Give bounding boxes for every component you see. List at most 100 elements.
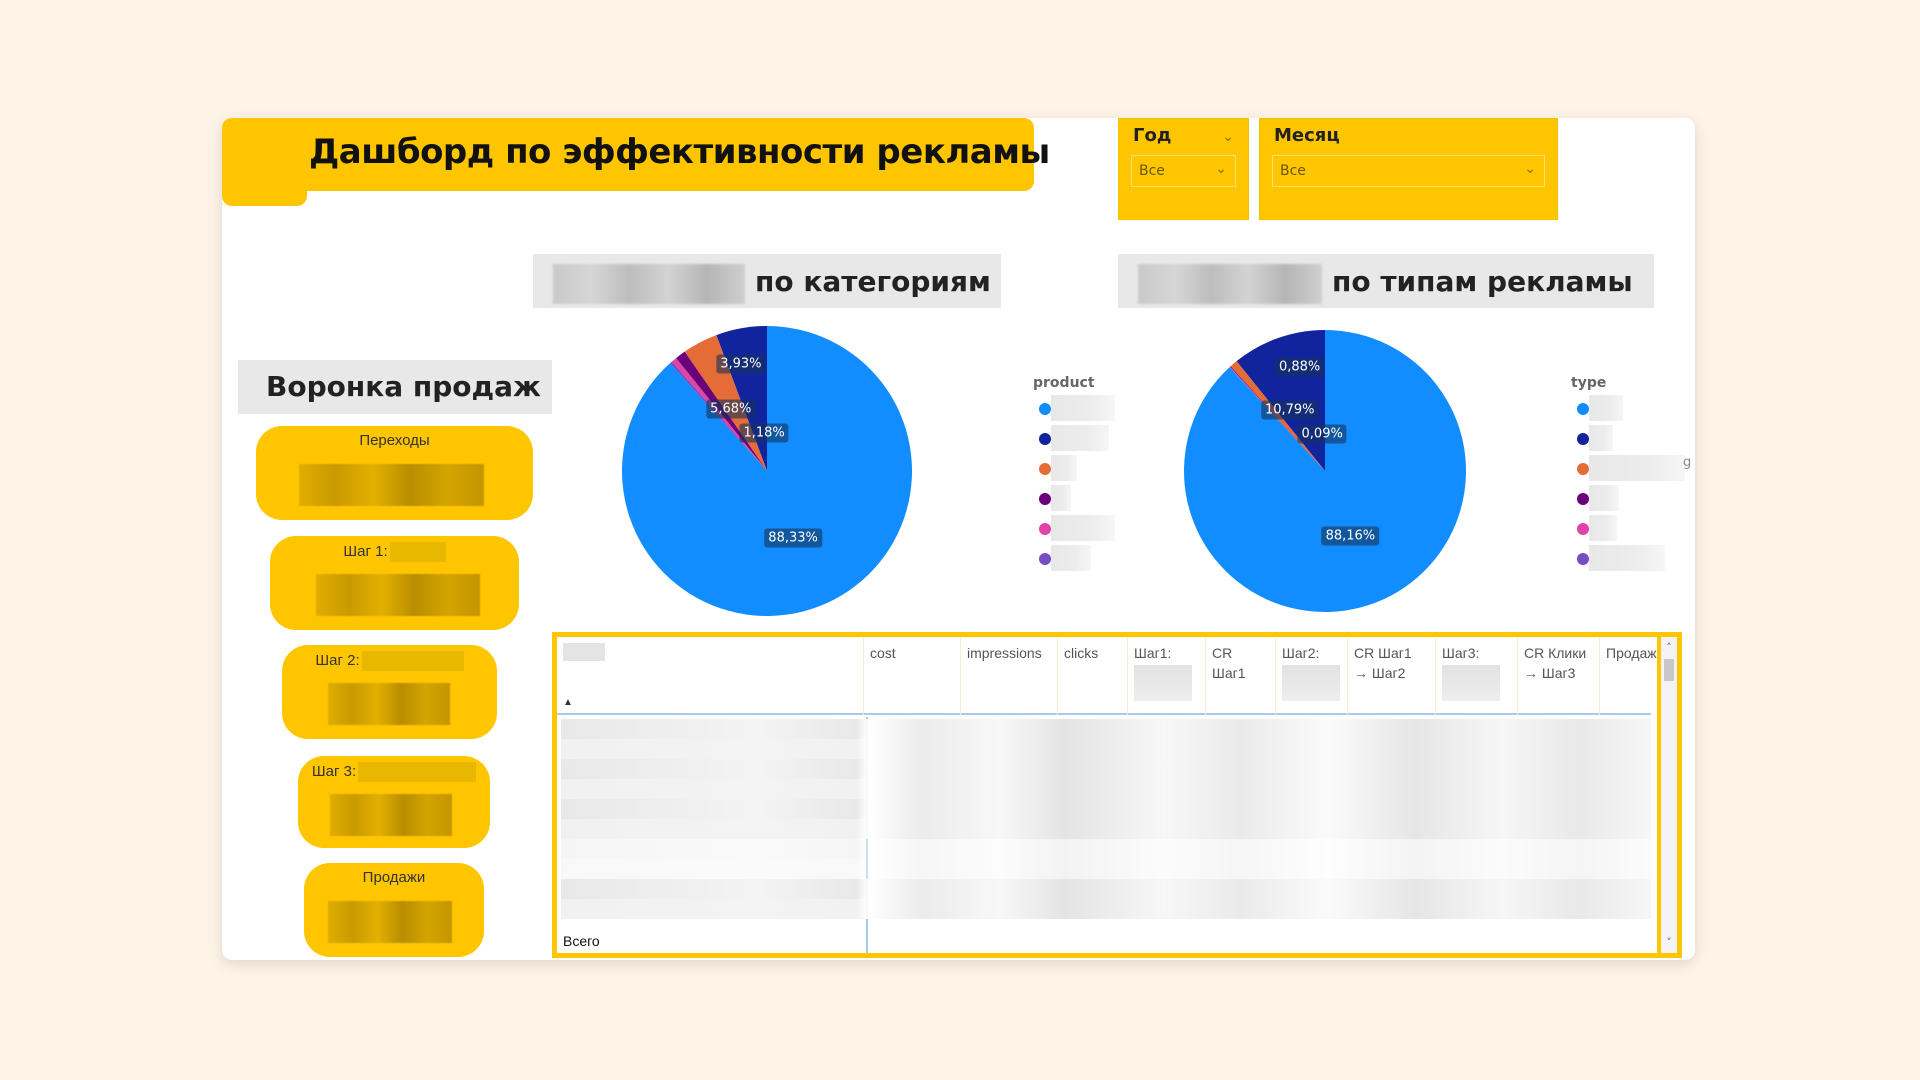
redacted-text: [553, 264, 745, 304]
column-header-step2[interactable]: Шаг2:: [1275, 637, 1347, 715]
redacted-text: [1051, 425, 1109, 451]
legend-color-dot: [1039, 463, 1051, 475]
types-chart-title: по типам рекламы: [1332, 265, 1633, 298]
column-header-cr-clicks-step3[interactable]: CR Клики → Шаг3: [1517, 637, 1599, 715]
redacted-text: [358, 762, 477, 782]
pie-data-label: 3,93%: [716, 354, 766, 374]
redacted-text: [1051, 455, 1077, 481]
legend-item[interactable]: [1033, 395, 1115, 427]
column-header-label: impressions: [967, 645, 1042, 661]
scrollbar-thumb[interactable]: [1664, 659, 1674, 681]
pie-data-label: 0,88%: [1274, 357, 1325, 377]
legend-title: type: [1571, 375, 1607, 391]
legend-item[interactable]: [1033, 455, 1095, 487]
table-row[interactable]: [561, 759, 1651, 779]
table-row[interactable]: [561, 719, 1651, 739]
column-header-label: cost: [870, 645, 896, 661]
funnel-step-transitions[interactable]: Переходы: [256, 426, 533, 520]
redacted-text: [389, 542, 446, 562]
legend-color-dot: [1577, 463, 1589, 475]
categories-chart-title: по категориям: [755, 265, 991, 298]
legend-item[interactable]: [1571, 545, 1665, 577]
legend-color-dot: [1039, 433, 1051, 445]
table-scrollbar[interactable]: ˄ ˅: [1657, 637, 1677, 953]
table-row[interactable]: [561, 779, 1651, 799]
title-banner-tab: [222, 178, 307, 206]
legend-color-dot: [1577, 493, 1589, 505]
funnel-step-sales[interactable]: Продажи: [304, 863, 484, 957]
pie-data-label: 1,18%: [739, 423, 789, 443]
redacted-text: [1282, 665, 1340, 701]
legend-item[interactable]: [1571, 485, 1619, 517]
table-row[interactable]: [561, 739, 1651, 759]
column-header-clicks[interactable]: clicks: [1057, 637, 1127, 715]
year-dropdown-value: Все: [1139, 163, 1165, 179]
funnel-header: Воронка продаж: [238, 360, 552, 414]
table-row[interactable]: [561, 839, 1651, 859]
month-slicer-label: Месяц: [1274, 125, 1340, 146]
redacted-text: [1051, 395, 1115, 421]
year-dropdown[interactable]: Все ⌄: [1131, 155, 1236, 187]
pie-data-label: 10,79%: [1260, 400, 1319, 420]
table-row[interactable]: [561, 879, 1651, 899]
funnel-title: Воронка продаж: [266, 370, 541, 403]
sort-ascending-icon[interactable]: ▲: [563, 693, 573, 713]
month-dropdown-value: Все: [1280, 163, 1306, 179]
redacted-text: [1051, 485, 1071, 511]
table-row[interactable]: [561, 819, 1651, 839]
funnel-step-1[interactable]: Шаг 1:: [270, 536, 519, 630]
legend-item[interactable]: [1571, 425, 1613, 457]
redacted-value: [328, 901, 452, 943]
types-pie-chart[interactable]: 88,16% 10,79% 0,88% 0,09%: [1184, 330, 1466, 612]
column-header-cr-step1-step2[interactable]: CR Шаг1 → Шаг2: [1347, 637, 1435, 715]
chevron-down-icon[interactable]: ⌄: [1222, 129, 1234, 145]
legend-color-dot: [1039, 523, 1051, 535]
column-header-step1[interactable]: Шаг1:: [1127, 637, 1205, 715]
redacted-text: [1134, 665, 1192, 701]
types-pie-svg: [1184, 330, 1466, 612]
column-header-step3[interactable]: Шаг3:: [1435, 637, 1517, 715]
type-legend: type g: [1571, 375, 1691, 577]
scroll-up-icon[interactable]: ˄: [1661, 641, 1677, 654]
legend-item[interactable]: [1571, 455, 1685, 487]
month-dropdown[interactable]: Все ⌄: [1272, 155, 1545, 187]
column-header-cr-step1[interactable]: CR Шаг1: [1205, 637, 1275, 715]
funnel-step-label: Шаг 1:: [270, 542, 519, 562]
redacted-text: [1589, 455, 1685, 481]
legend-color-dot: [1039, 493, 1051, 505]
funnel-step-3[interactable]: Шаг 3:: [298, 756, 490, 848]
legend-item[interactable]: [1033, 515, 1115, 547]
legend-overflow-text: g: [1683, 455, 1692, 470]
legend-item[interactable]: [1033, 545, 1095, 577]
legend-item[interactable]: [1571, 515, 1617, 547]
pie-data-label: 5,68%: [706, 399, 756, 419]
categories-pie-chart[interactable]: 88,33% 5,68% 3,93% 1,18%: [622, 326, 912, 616]
legend-item[interactable]: [1033, 425, 1109, 457]
redacted-text: [563, 643, 605, 661]
column-header-impressions[interactable]: impressions: [960, 637, 1057, 715]
pie-data-label: 88,16%: [1321, 526, 1380, 546]
scroll-down-icon[interactable]: ˅: [1661, 936, 1677, 949]
legend-color-dot: [1577, 523, 1589, 535]
legend-title: product: [1033, 375, 1095, 391]
redacted-value: [328, 683, 450, 725]
table-row[interactable]: [561, 859, 1651, 879]
redacted-text: [1051, 515, 1115, 541]
legend-item[interactable]: [1571, 395, 1623, 427]
column-header-label: CR Шаг1 → Шаг2: [1354, 645, 1412, 681]
table-row[interactable]: [561, 799, 1651, 819]
legend-color-dot: [1577, 553, 1589, 565]
performance-table: ▲ cost impressions clicks Шаг1: CR Шаг1 …: [552, 632, 1682, 958]
column-header-label: Шаг3:: [1442, 645, 1480, 661]
legend-item[interactable]: [1033, 485, 1095, 517]
redacted-text: [1589, 425, 1613, 451]
funnel-step-2[interactable]: Шаг 2:: [282, 645, 497, 739]
chevron-down-icon: ⌄: [1524, 161, 1536, 177]
column-header-cost[interactable]: cost: [863, 637, 960, 715]
pie-data-label: 88,33%: [764, 528, 822, 548]
chevron-down-icon: ⌄: [1215, 161, 1227, 177]
title-banner: Дашборд по эффективности рекламы: [222, 118, 1050, 191]
column-header-name[interactable]: ▲: [557, 637, 863, 715]
table-row[interactable]: [561, 899, 1651, 919]
redacted-value: [316, 574, 480, 616]
